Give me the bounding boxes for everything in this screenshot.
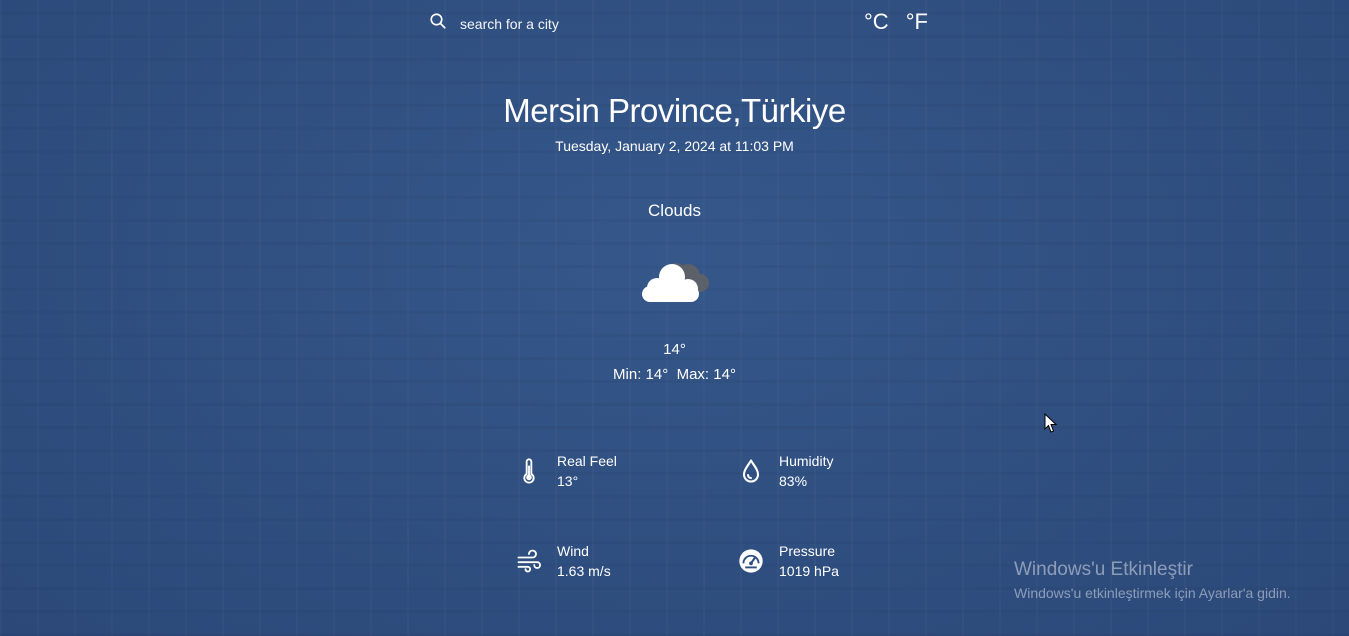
watermark-title: Windows'u Etkinleştir [1014, 559, 1193, 580]
activation-watermark: Windows'u Etkinleştir Windows'u etkinleş… [1014, 559, 1291, 601]
pressure-detail: Pressure 1019 hPa [736, 541, 839, 581]
cloud-icon [638, 256, 714, 306]
search-icon[interactable] [429, 12, 447, 35]
pressure-value: 1019 hPa [779, 563, 839, 579]
droplet-icon [736, 456, 766, 486]
humidity-detail: Humidity 83% [736, 451, 833, 491]
real-feel-detail: Real Feel 13° [514, 451, 617, 491]
thermometer-icon [514, 456, 544, 486]
weather-condition: Clouds [648, 201, 701, 220]
pressure-label: Pressure [779, 543, 836, 559]
wind-label: Wind [557, 543, 589, 559]
min-temperature: Min: 14° [613, 366, 669, 383]
search-bar[interactable] [429, 12, 700, 35]
humidity-value: 83% [779, 473, 808, 489]
wind-icon [514, 546, 544, 576]
min-max-temperature: Min: 14° Max: 14° [0, 366, 1349, 383]
fahrenheit-button[interactable]: °F [906, 9, 928, 35]
city-title: Mersin Province,Türkiye [503, 92, 846, 129]
real-feel-value: 13° [557, 473, 579, 489]
humidity-label: Humidity [779, 453, 834, 469]
wind-detail: Wind 1.63 m/s [514, 541, 611, 581]
celsius-button[interactable]: °C [864, 9, 889, 35]
city-search-input[interactable] [460, 15, 700, 32]
real-feel-label: Real Feel [557, 453, 617, 469]
mouse-pointer-icon [1044, 412, 1058, 434]
watermark-subtitle: Windows'u etkinleştirmek için Ayarlar'a … [1014, 585, 1291, 601]
date-time: Tuesday, January 2, 2024 at 11:03 PM [555, 138, 794, 154]
current-temperature: 14° [663, 341, 686, 358]
max-temperature: Max: 14° [676, 366, 736, 383]
wind-value: 1.63 m/s [557, 563, 611, 579]
unit-toggle: °C °F [864, 9, 928, 35]
gauge-icon [736, 546, 766, 576]
